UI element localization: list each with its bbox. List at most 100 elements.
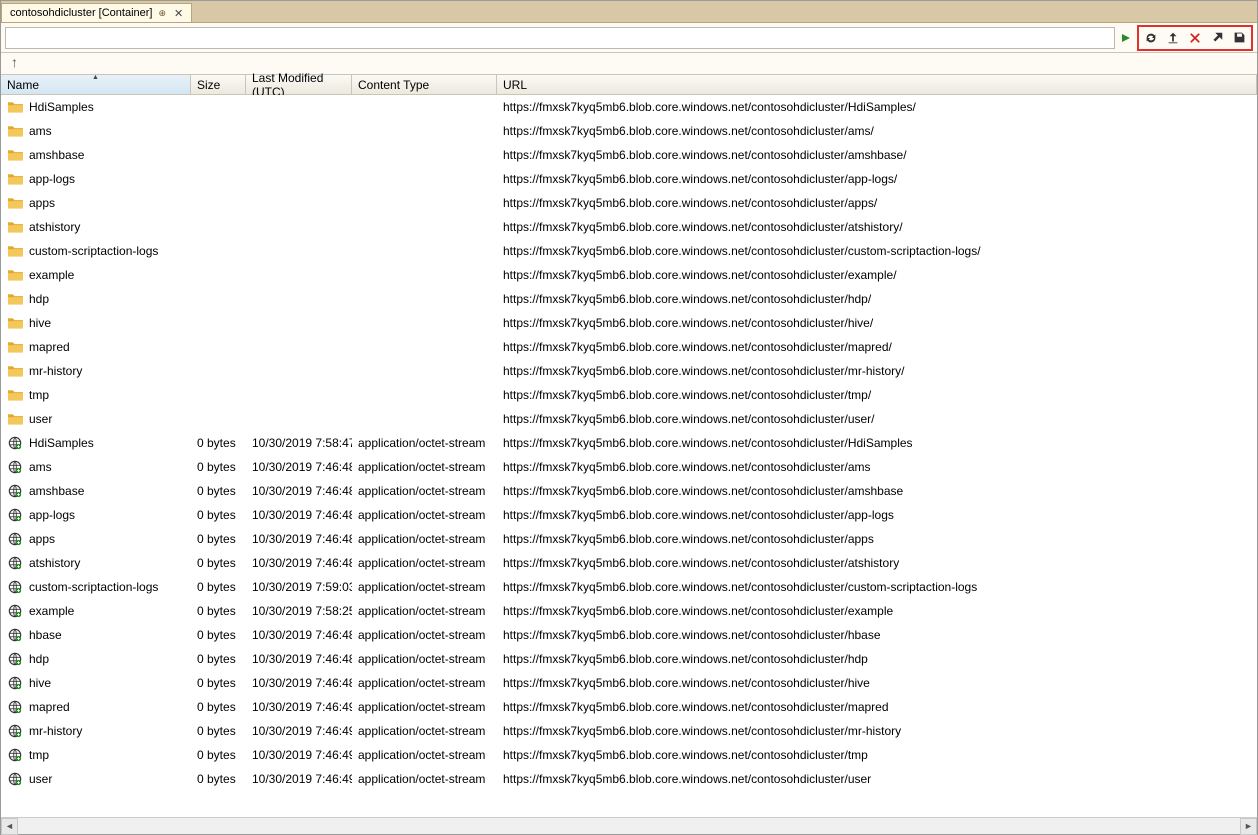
table-row[interactable]: mr-history0 bytes10/30/2019 7:46:49 PMap…: [1, 719, 1257, 743]
folder-icon: [7, 387, 23, 403]
table-row[interactable]: custom-scriptaction-logs0 bytes10/30/201…: [1, 575, 1257, 599]
pin-icon[interactable]: ⊕: [158, 8, 166, 19]
table-row[interactable]: hivehttps://fmxsk7kyq5mb6.blob.core.wind…: [1, 311, 1257, 335]
table-row[interactable]: amshttps://fmxsk7kyq5mb6.blob.core.windo…: [1, 119, 1257, 143]
up-arrow-icon[interactable]: ↑: [11, 55, 18, 69]
cell-url: https://fmxsk7kyq5mb6.blob.core.windows.…: [497, 124, 1257, 138]
cell-name: HdiSamples: [1, 99, 191, 115]
table-row[interactable]: atshistory0 bytes10/30/2019 7:46:48 PMap…: [1, 551, 1257, 575]
cell-name: HdiSamples: [1, 435, 191, 451]
item-name: hdp: [29, 652, 49, 666]
item-name: mapred: [29, 700, 70, 714]
folder-icon: [7, 147, 23, 163]
delete-icon[interactable]: [1186, 29, 1204, 47]
toolbar-action-group: [1137, 25, 1253, 51]
go-button[interactable]: [1117, 27, 1135, 49]
table-row[interactable]: custom-scriptaction-logshttps://fmxsk7ky…: [1, 239, 1257, 263]
tab-strip: contosohdicluster [Container] ⊕ ✕: [1, 1, 1257, 23]
blob-icon: [7, 483, 23, 499]
table-row[interactable]: user0 bytes10/30/2019 7:46:49 PMapplicat…: [1, 767, 1257, 791]
item-name: hive: [29, 316, 51, 330]
blob-icon: [7, 627, 23, 643]
header-size[interactable]: Size: [191, 75, 246, 94]
cell-name: hive: [1, 675, 191, 691]
table-row[interactable]: example0 bytes10/30/2019 7:58:25 PMappli…: [1, 599, 1257, 623]
folder-icon: [7, 123, 23, 139]
cell-size: 0 bytes: [191, 772, 246, 786]
item-name: custom-scriptaction-logs: [29, 244, 158, 258]
refresh-icon[interactable]: [1142, 29, 1160, 47]
cell-modified: 10/30/2019 7:59:03 PM: [246, 580, 352, 594]
folder-icon: [7, 363, 23, 379]
cell-url: https://fmxsk7kyq5mb6.blob.core.windows.…: [497, 676, 1257, 690]
open-icon[interactable]: [1208, 29, 1226, 47]
cell-size: 0 bytes: [191, 652, 246, 666]
cell-url: https://fmxsk7kyq5mb6.blob.core.windows.…: [497, 292, 1257, 306]
upload-icon[interactable]: [1164, 29, 1182, 47]
folder-icon: [7, 267, 23, 283]
file-list[interactable]: HdiSamples https://fmxsk7kyq5mb6.blob.cor…: [1, 95, 1257, 817]
save-icon[interactable]: [1230, 29, 1248, 47]
cell-content-type: application/octet-stream: [352, 652, 497, 666]
table-row[interactable]: app-logs0 bytes10/30/2019 7:46:48 PMappl…: [1, 503, 1257, 527]
table-row[interactable]: ams0 bytes10/30/2019 7:46:48 PMapplicati…: [1, 455, 1257, 479]
table-row[interactable]: tmphttps://fmxsk7kyq5mb6.blob.core.windo…: [1, 383, 1257, 407]
cell-name: custom-scriptaction-logs: [1, 243, 191, 259]
table-row[interactable]: hdp https://fmxsk7kyq5mb6.blob.core.windo…: [1, 287, 1257, 311]
table-row[interactable]: amshbasehttps://fmxsk7kyq5mb6.blob.core.…: [1, 143, 1257, 167]
item-name: HdiSamples: [29, 100, 94, 114]
item-name: atshistory: [29, 556, 80, 570]
table-row[interactable]: HdiSamples0 bytes10/30/2019 7:58:47 PMap…: [1, 431, 1257, 455]
header-url[interactable]: URL: [497, 75, 1257, 94]
address-input[interactable]: [5, 27, 1115, 49]
header-name[interactable]: ▲ Name: [1, 75, 191, 94]
cell-size: 0 bytes: [191, 484, 246, 498]
header-modified[interactable]: Last Modified (UTC): [246, 75, 352, 94]
table-row[interactable]: appshttps://fmxsk7kyq5mb6.blob.core.wind…: [1, 191, 1257, 215]
table-row[interactable]: app-logshttps://fmxsk7kyq5mb6.blob.core.…: [1, 167, 1257, 191]
cell-url: https://fmxsk7kyq5mb6.blob.core.windows.…: [497, 748, 1257, 762]
table-row[interactable]: user https://fmxsk7kyq5mb6.blob.core.wind…: [1, 407, 1257, 431]
table-row[interactable]: HdiSampleshttps://fmxsk7kyq5mb6.blob.cor…: [1, 95, 1257, 119]
item-name: tmp: [29, 388, 49, 402]
table-row[interactable]: hbase0 bytes10/30/2019 7:46:48 PMapplica…: [1, 623, 1257, 647]
table-row[interactable]: apps0 bytes10/30/2019 7:46:48 PMapplicat…: [1, 527, 1257, 551]
blob-icon: [7, 603, 23, 619]
table-row[interactable]: amshbase0 bytes10/30/2019 7:46:48 PMappl…: [1, 479, 1257, 503]
cell-name: user: [1, 411, 191, 427]
cell-content-type: application/octet-stream: [352, 484, 497, 498]
tab-container[interactable]: contosohdicluster [Container] ⊕ ✕: [1, 3, 192, 22]
table-row[interactable]: mr-historyhttps://fmxsk7kyq5mb6.blob.cor…: [1, 359, 1257, 383]
scroll-left-icon[interactable]: ◄: [1, 818, 18, 835]
folder-icon: [7, 315, 23, 331]
cell-url: https://fmxsk7kyq5mb6.blob.core.windows.…: [497, 556, 1257, 570]
item-name: example: [29, 604, 74, 618]
cell-url: https://fmxsk7kyq5mb6.blob.core.windows.…: [497, 412, 1257, 426]
table-row[interactable]: hdp 0 bytes10/30/2019 7:46:48 PMapplicati…: [1, 647, 1257, 671]
blob-icon: [7, 531, 23, 547]
cell-content-type: application/octet-stream: [352, 436, 497, 450]
cell-name: hive: [1, 315, 191, 331]
close-icon[interactable]: ✕: [172, 7, 185, 20]
cell-name: apps: [1, 531, 191, 547]
item-name: atshistory: [29, 220, 80, 234]
cell-url: https://fmxsk7kyq5mb6.blob.core.windows.…: [497, 700, 1257, 714]
cell-modified: 10/30/2019 7:46:48 PM: [246, 556, 352, 570]
table-row[interactable]: mapredhttps://fmxsk7kyq5mb6.blob.core.wi…: [1, 335, 1257, 359]
scroll-right-icon[interactable]: ►: [1240, 818, 1257, 835]
table-row[interactable]: examplehttps://fmxsk7kyq5mb6.blob.core.w…: [1, 263, 1257, 287]
folder-icon: [7, 171, 23, 187]
horizontal-scrollbar[interactable]: ◄ ►: [1, 817, 1257, 834]
item-name: apps: [29, 532, 55, 546]
table-row[interactable]: atshistoryhttps://fmxsk7kyq5mb6.blob.cor…: [1, 215, 1257, 239]
item-name: hdp: [29, 292, 49, 306]
cell-modified: 10/30/2019 7:46:48 PM: [246, 652, 352, 666]
cell-content-type: application/octet-stream: [352, 772, 497, 786]
item-name: custom-scriptaction-logs: [29, 580, 158, 594]
table-row[interactable]: tmp0 bytes10/30/2019 7:46:49 PMapplicati…: [1, 743, 1257, 767]
table-row[interactable]: mapred0 bytes10/30/2019 7:46:49 PMapplic…: [1, 695, 1257, 719]
cell-size: 0 bytes: [191, 628, 246, 642]
cell-url: https://fmxsk7kyq5mb6.blob.core.windows.…: [497, 628, 1257, 642]
header-content-type[interactable]: Content Type: [352, 75, 497, 94]
table-row[interactable]: hive0 bytes10/30/2019 7:46:48 PMapplicat…: [1, 671, 1257, 695]
